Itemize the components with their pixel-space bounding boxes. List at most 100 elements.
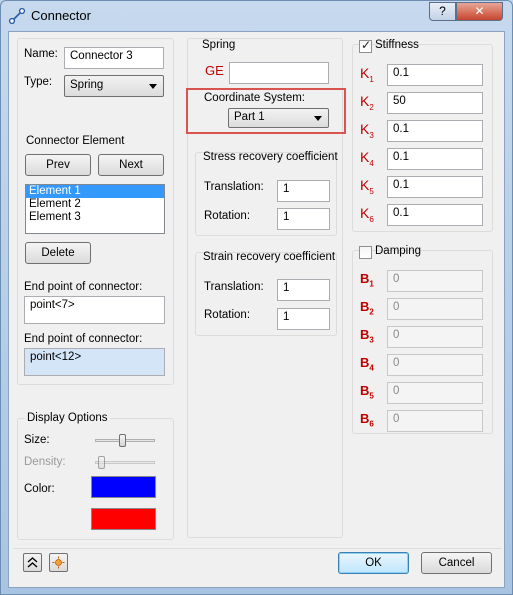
damping-b-subscript: 5 (369, 391, 374, 401)
stiffness-k-3-input[interactable]: 0.1 (387, 120, 483, 142)
stiffness-k-subscript: 5 (369, 186, 374, 196)
stiffness-k-3-label: K3 (360, 121, 374, 140)
damping-b-6-input: 0 (387, 410, 483, 432)
stiffness-k-symbol: K (360, 93, 370, 109)
list-item[interactable]: Element 2 (26, 198, 164, 211)
damping-b-symbol: B (360, 271, 370, 286)
damping-b-4-input: 0 (387, 354, 483, 376)
chevron-down-icon (314, 116, 322, 121)
ge-input[interactable] (229, 62, 329, 84)
ge-label: GE (205, 63, 224, 78)
cancel-button[interactable]: Cancel (421, 552, 492, 574)
damping-b-3-input: 0 (387, 326, 483, 348)
stiffness-k-subscript: 4 (369, 158, 374, 168)
coordinate-system-select[interactable]: Part 1 (228, 108, 329, 128)
stiffness-k-symbol: K (360, 177, 370, 193)
help-button[interactable]: ? (429, 2, 456, 21)
stress-recovery-label: Stress recovery coefficient (203, 151, 338, 163)
stiffness-k-symbol: K (360, 121, 370, 137)
type-label: Type: (24, 76, 53, 88)
display-options-label: Display Options (25, 412, 110, 424)
color-picker-icon[interactable] (49, 553, 68, 572)
coordinate-system-label: Coordinate System: (204, 92, 305, 104)
stiffness-k-2-label: K2 (360, 93, 374, 112)
end-point-1-input[interactable]: point<7> (24, 296, 165, 324)
title-bar[interactable]: Connector ? ✕ (1, 1, 512, 31)
damping-b-5-label: B5 (360, 383, 374, 401)
window-title: Connector (31, 8, 91, 23)
stiffness-k-subscript: 2 (369, 102, 374, 112)
stiffness-k-6-input[interactable]: 0.1 (387, 204, 483, 226)
strain-translation-label: Translation: (204, 281, 264, 293)
stiffness-k-2-input[interactable]: 50 (387, 92, 483, 114)
damping-b-4-label: B4 (360, 355, 374, 373)
end-point-1-label: End point of connector: (24, 281, 143, 293)
stress-translation-label: Translation: (204, 181, 264, 193)
stress-translation-input[interactable]: 1 (277, 180, 330, 202)
size-label: Size: (24, 434, 50, 446)
type-select-value: Spring (70, 79, 104, 91)
type-select[interactable]: Spring (64, 75, 164, 97)
stiffness-k-subscript: 1 (369, 74, 374, 84)
double-chevron-up-icon[interactable] (23, 553, 42, 572)
size-slider-thumb[interactable] (118, 434, 126, 447)
damping-b-subscript: 1 (369, 279, 374, 289)
delete-button[interactable]: Delete (25, 242, 91, 264)
stress-rotation-input[interactable]: 1 (277, 208, 330, 230)
end-point-2-input[interactable]: point<12> (24, 348, 165, 376)
connector-dialog: Connector ? ✕ Name: Connector 3 Type: Sp… (0, 0, 513, 595)
stiffness-k-symbol: K (360, 205, 370, 221)
damping-b-symbol: B (360, 299, 370, 314)
stiffness-k-symbol: K (360, 65, 370, 81)
stiffness-k-4-label: K4 (360, 149, 374, 168)
spring-label: Spring (202, 39, 236, 51)
stiffness-k-symbol: K (360, 149, 370, 165)
damping-b-5-input: 0 (387, 382, 483, 404)
name-label: Name: (24, 48, 58, 60)
damping-b-1-label: B1 (360, 271, 374, 289)
damping-b-symbol: B (360, 383, 370, 398)
damping-b-subscript: 2 (369, 307, 374, 317)
damping-label: Damping (375, 245, 422, 257)
chevron-down-icon (149, 84, 157, 89)
damping-b-symbol: B (360, 327, 370, 342)
color-swatch-secondary[interactable] (91, 508, 156, 530)
element-list[interactable]: Element 1 Element 2 Element 3 (25, 184, 165, 234)
damping-b-subscript: 6 (369, 419, 374, 429)
stiffness-k-5-input[interactable]: 0.1 (387, 176, 483, 198)
stiffness-checkbox[interactable] (359, 38, 372, 53)
damping-b-2-input: 0 (387, 298, 483, 320)
strain-recovery-label: Strain recovery coefficient (203, 251, 336, 263)
stiffness-k-4-input[interactable]: 0.1 (387, 148, 483, 170)
stress-rotation-label: Rotation: (204, 210, 251, 222)
stiffness-label: Stiffness (375, 39, 419, 51)
color-label: Color: (24, 483, 55, 495)
list-item[interactable]: Element 1 (26, 185, 164, 198)
ok-button[interactable]: OK (338, 552, 409, 574)
damping-b-6-label: B6 (360, 411, 374, 429)
damping-b-symbol: B (360, 411, 370, 426)
list-item[interactable]: Element 3 (26, 211, 164, 224)
stiffness-k-subscript: 6 (369, 214, 374, 224)
stiffness-k-subscript: 3 (369, 130, 374, 140)
strain-rotation-input[interactable]: 1 (277, 308, 330, 330)
connector-element-label: Connector Element (26, 135, 125, 147)
close-button[interactable]: ✕ (456, 2, 503, 21)
damping-b-symbol: B (360, 355, 370, 370)
density-slider-thumb (97, 456, 105, 469)
end-point-2-label: End point of connector: (24, 333, 143, 345)
prev-button[interactable]: Prev (25, 154, 91, 176)
strain-translation-input[interactable]: 1 (277, 279, 330, 301)
color-swatch-primary[interactable] (91, 476, 156, 498)
coordinate-system-value: Part 1 (234, 111, 265, 123)
damping-b-subscript: 3 (369, 335, 374, 345)
footer-divider (13, 548, 502, 549)
damping-b-3-label: B3 (360, 327, 374, 345)
damping-checkbox[interactable] (359, 246, 372, 259)
stiffness-k-1-input[interactable]: 0.1 (387, 64, 483, 86)
name-input[interactable]: Connector 3 (64, 47, 164, 69)
stiffness-k-1-label: K1 (360, 65, 374, 84)
damping-b-subscript: 4 (369, 363, 374, 373)
next-button[interactable]: Next (98, 154, 164, 176)
density-label: Density: (24, 456, 66, 468)
